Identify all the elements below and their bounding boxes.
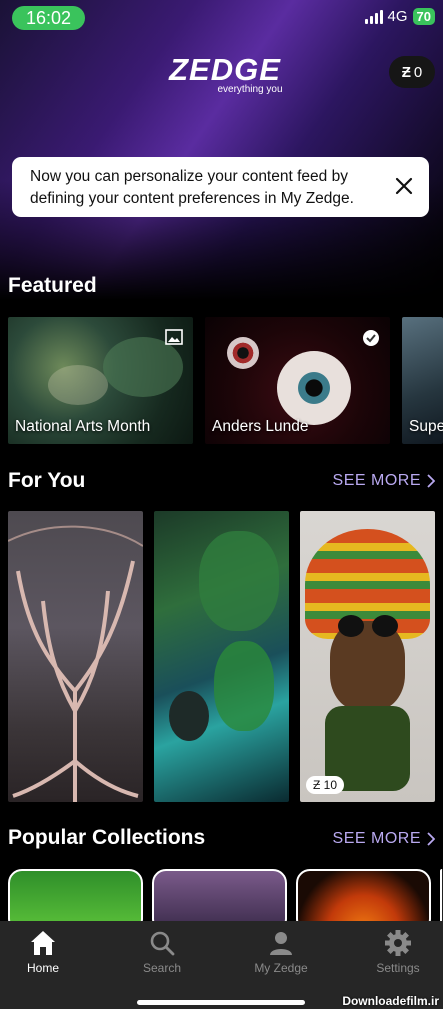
watermark: Downloadefilm.ir xyxy=(342,994,439,1008)
search-icon xyxy=(150,931,175,956)
notice-text: Now you can personalize your content fee… xyxy=(30,168,354,207)
network-type: 4G xyxy=(387,8,408,25)
island-art xyxy=(214,641,274,731)
rock-art xyxy=(169,691,209,741)
nav-my-zedge-label: My Zedge xyxy=(254,961,308,975)
featured-card-national-arts[interactable]: National Arts Month xyxy=(8,317,193,444)
nav-settings[interactable]: Settings xyxy=(353,929,443,975)
face-art xyxy=(330,621,405,711)
chevron-right-icon xyxy=(427,832,435,846)
featured-label: National Arts Month xyxy=(15,418,151,435)
user-icon xyxy=(270,932,292,955)
image-icon xyxy=(165,329,183,345)
wallpaper-card-character[interactable]: Ƶ 10 xyxy=(300,511,435,802)
nav-search[interactable]: Search xyxy=(117,929,207,975)
featured-art-shape xyxy=(48,365,108,405)
verified-badge-icon xyxy=(363,330,379,346)
wallpaper-card-tree[interactable] xyxy=(8,511,143,802)
home-icon xyxy=(31,931,55,955)
sunglasses-art xyxy=(372,615,398,637)
featured-label: Anders Lunde xyxy=(212,418,309,435)
eyeball-art xyxy=(277,351,351,425)
zedge-logo: ZEDGE everything you xyxy=(152,52,298,95)
featured-card-partial[interactable]: Supe xyxy=(402,317,443,444)
nav-settings-label: Settings xyxy=(376,961,420,975)
logo-wordmark: ZEDGE xyxy=(169,52,281,87)
battery-level: 70 xyxy=(416,9,431,24)
wallpaper-card-island[interactable] xyxy=(154,511,289,802)
island-art xyxy=(199,531,279,631)
coin-balance-button[interactable]: Ƶ 0 xyxy=(389,56,435,88)
sunglasses-art xyxy=(338,615,364,637)
see-more-label: SEE MORE xyxy=(332,472,421,489)
eyeball-art xyxy=(227,337,259,369)
for-you-see-more-link[interactable]: SEE MORE xyxy=(333,472,435,490)
coin-count: 0 xyxy=(413,63,423,81)
personalize-notice: Now you can personalize your content fee… xyxy=(12,157,429,217)
chevron-right-icon xyxy=(427,474,435,488)
battery-icon: 70 xyxy=(412,8,435,25)
see-more-label: SEE MORE xyxy=(332,830,421,847)
nav-home-label: Home xyxy=(26,961,59,975)
status-indicators: 4G 70 xyxy=(364,8,435,25)
hero-background xyxy=(0,0,443,300)
zedge-coin-icon: Ƶ xyxy=(401,63,411,81)
nav-my-zedge[interactable]: My Zedge xyxy=(236,929,326,975)
signal-icon xyxy=(364,9,383,24)
nav-home[interactable]: Home xyxy=(0,929,88,975)
price-value: 10 xyxy=(323,778,338,792)
featured-card-anders-lunde[interactable]: Anders Lunde xyxy=(205,317,390,444)
for-you-title: For You xyxy=(8,469,86,492)
gear-icon xyxy=(385,930,411,956)
featured-title: Featured xyxy=(8,274,97,297)
close-icon[interactable] xyxy=(393,175,415,197)
home-indicator[interactable] xyxy=(137,1000,305,1005)
popular-collections-title: Popular Collections xyxy=(8,826,206,849)
coin-price-badge: Ƶ 10 xyxy=(306,776,345,794)
status-time: 16:02 xyxy=(12,6,86,30)
popular-see-more-link[interactable]: SEE MORE xyxy=(333,830,435,848)
status-bar: 16:02 4G 70 xyxy=(0,6,443,30)
featured-label: Supe xyxy=(409,418,443,435)
nav-search-label: Search xyxy=(142,961,182,975)
featured-art-shape xyxy=(103,337,183,397)
tree-art xyxy=(8,525,143,802)
